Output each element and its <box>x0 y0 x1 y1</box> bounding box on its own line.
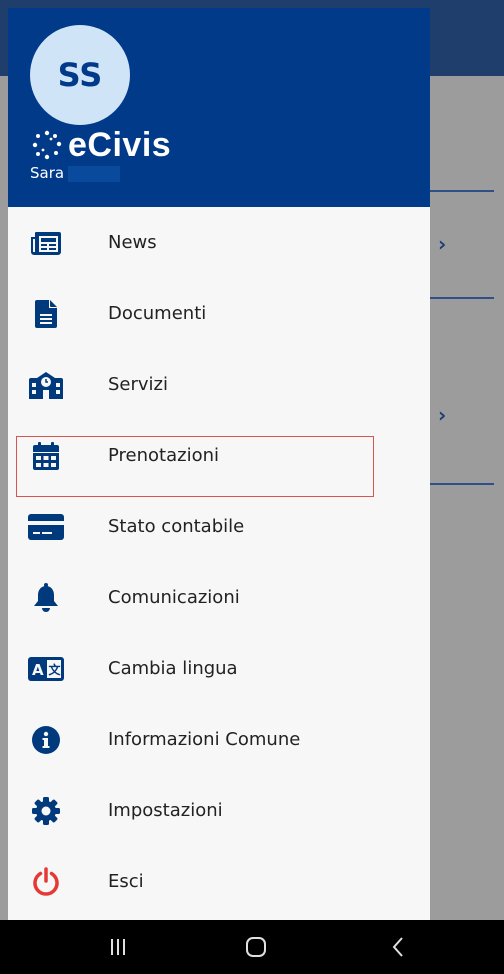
home-icon <box>246 937 266 957</box>
app-logo: eCivis <box>30 125 171 165</box>
menu-item-documenti[interactable]: Documenti <box>8 278 430 349</box>
navigation-drawer: SS eCivis Sara News Documenti Servizi Pr… <box>8 8 430 920</box>
menu-item-impostazioni[interactable]: Impostazioni <box>8 775 430 846</box>
menu-item-informazioni-comune[interactable]: Informazioni Comune <box>8 704 430 775</box>
highlight-box <box>16 436 374 497</box>
power-icon <box>27 863 65 901</box>
bell-icon <box>27 579 65 617</box>
menu-item-label: Comunicazioni <box>108 587 240 608</box>
background-divider <box>430 297 494 299</box>
app-name: eCivis <box>68 125 172 164</box>
recent-apps-button[interactable] <box>98 930 138 964</box>
menu-item-cambia-lingua[interactable]: A 文 Cambia lingua <box>8 633 430 704</box>
newspaper-icon <box>27 224 65 262</box>
chevron-right-icon: › <box>438 403 447 427</box>
background-divider <box>430 190 494 192</box>
chevron-right-icon: › <box>438 232 447 256</box>
menu-item-label: Informazioni Comune <box>108 729 301 750</box>
language-icon: A 文 <box>27 650 65 688</box>
menu-item-servizi[interactable]: Servizi <box>8 349 430 420</box>
menu-item-label: News <box>108 232 157 253</box>
menu-item-label: Esci <box>108 871 144 892</box>
drawer-header: SS eCivis Sara <box>8 8 430 207</box>
svg-text:A: A <box>32 661 44 679</box>
user-name: Sara <box>30 164 65 182</box>
user-surname-redacted <box>68 166 120 182</box>
system-navigation-bar <box>0 920 504 974</box>
background-divider <box>430 483 494 485</box>
drawer-menu: News Documenti Servizi Prenotazioni Stat… <box>8 207 430 917</box>
recent-apps-icon <box>111 939 125 955</box>
home-button[interactable] <box>236 930 276 964</box>
menu-item-label: Impostazioni <box>108 800 223 821</box>
menu-item-label: Documenti <box>108 303 207 324</box>
menu-item-stato-contabile[interactable]: Stato contabile <box>8 491 430 562</box>
info-icon <box>27 721 65 759</box>
document-icon <box>27 295 65 333</box>
menu-item-esci[interactable]: Esci <box>8 846 430 917</box>
menu-item-news[interactable]: News <box>8 207 430 278</box>
menu-item-label: Servizi <box>108 374 169 395</box>
back-button[interactable] <box>378 930 418 964</box>
svg-text:文: 文 <box>49 662 62 677</box>
menu-item-label: Cambia lingua <box>108 658 238 679</box>
gear-icon <box>27 792 65 830</box>
school-building-icon <box>27 366 65 404</box>
avatar[interactable]: SS <box>30 25 130 125</box>
credit-card-icon <box>27 508 65 546</box>
ecivis-logo-icon <box>32 130 62 160</box>
menu-item-label: Stato contabile <box>108 516 245 537</box>
back-chevron-icon <box>392 937 403 957</box>
menu-item-comunicazioni[interactable]: Comunicazioni <box>8 562 430 633</box>
